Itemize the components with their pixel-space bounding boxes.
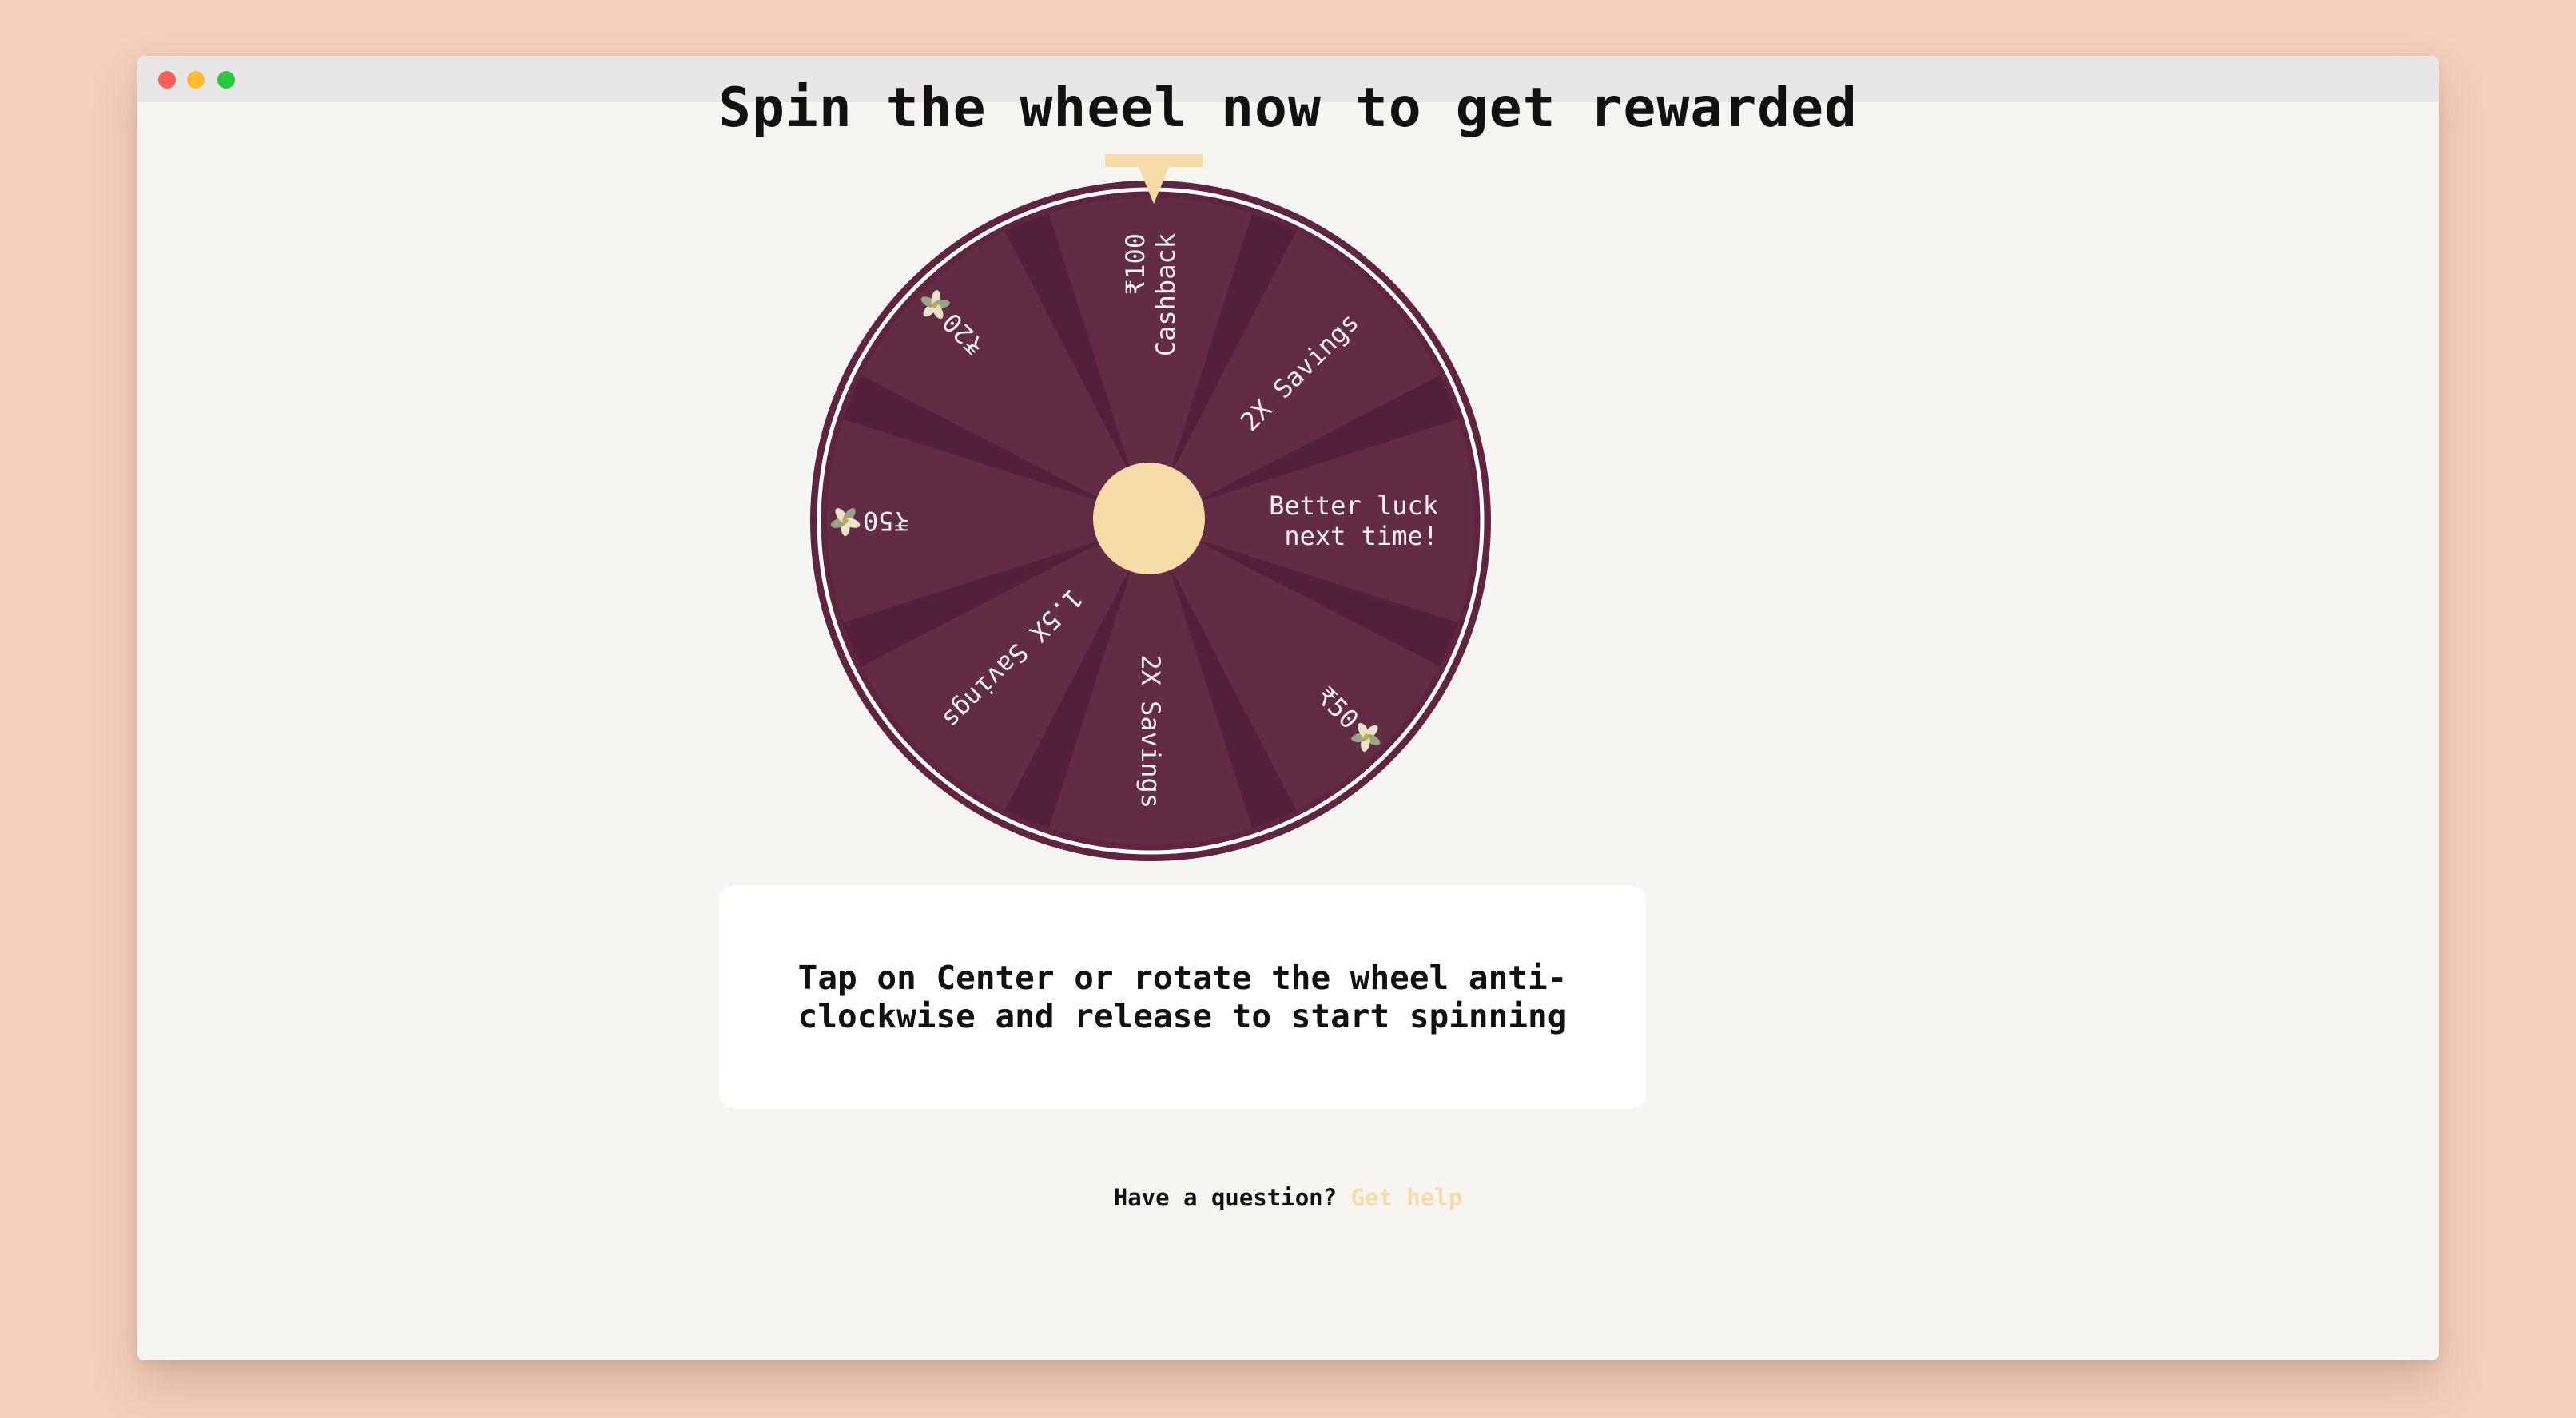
wheel-segment-label: ₹50 (863, 506, 909, 536)
page-title: Spin the wheel now to get rewarded (718, 77, 1858, 140)
wheel-segment: Better lucknext time! (1269, 491, 1438, 551)
pointer-arrow (1139, 167, 1169, 204)
help-footer: Have a question? Get help (0, 1184, 2576, 1211)
spin-center-button[interactable] (1093, 463, 1205, 574)
wheel-segment: 2X Savings (1135, 654, 1166, 808)
instruction-text: Tap on Center or rotate the wheel anti-c… (797, 959, 1568, 1035)
wheel-segment-label: 2X Savings (1135, 654, 1166, 808)
wheel-segment-label: Cashback (1151, 233, 1181, 356)
wheel-segment-label: Better luck (1269, 491, 1438, 521)
wheel-segment-label: next time! (1284, 521, 1438, 551)
pointer-bar (1105, 154, 1203, 167)
help-question: Have a question? (1113, 1184, 1338, 1211)
wheel-pointer (1105, 154, 1203, 204)
instruction-card: Tap on Center or rotate the wheel anti-c… (719, 885, 1646, 1109)
wheel-segment-label: ₹100 (1120, 233, 1151, 295)
get-help-link[interactable]: Get help (1351, 1184, 1463, 1211)
